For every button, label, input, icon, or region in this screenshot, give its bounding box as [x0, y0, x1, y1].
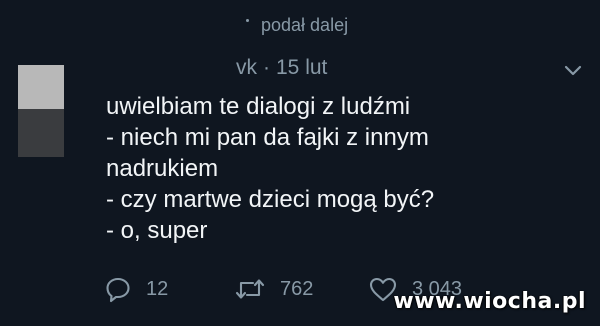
- retweet-label: podał dalej: [261, 15, 349, 35]
- tweet-line: - czy martwe dzieci mogą być?: [106, 186, 435, 213]
- avatar-bottom: [18, 109, 64, 157]
- tweet-line: - o, super: [106, 217, 208, 244]
- watermark: www.wiocha.pl: [393, 289, 586, 314]
- tweet-date[interactable]: 15 lut: [276, 56, 327, 80]
- header-separator: ·: [263, 56, 270, 79]
- retweet-indicator-icon: [246, 19, 249, 22]
- avatar-top: [18, 65, 64, 109]
- user-handle[interactable]: vk: [236, 56, 257, 80]
- retweet-count: 762: [280, 277, 314, 300]
- chevron-down-icon[interactable]: [562, 62, 584, 80]
- avatar[interactable]: [18, 65, 64, 157]
- tweet-header: vk · 15 lut: [236, 56, 327, 80]
- retweet-button[interactable]: 762: [234, 274, 313, 304]
- retweet-indicator: podał dalej: [246, 15, 348, 36]
- reply-count: 12: [146, 277, 169, 300]
- reply-button[interactable]: 12: [104, 274, 168, 304]
- reply-icon: [104, 275, 132, 303]
- tweet-line: - niech mi pan da fajki z innym: [106, 124, 429, 151]
- retweet-icon: [234, 275, 266, 303]
- tweet-text: uwielbiam te dialogi z ludźmi - niech mi…: [106, 91, 434, 246]
- tweet[interactable]: podał dalej vk · 15 lut uwielbiam te dia…: [0, 0, 600, 326]
- tweet-line: nadrukiem: [106, 155, 219, 182]
- tweet-line: uwielbiam te dialogi z ludźmi: [106, 93, 411, 120]
